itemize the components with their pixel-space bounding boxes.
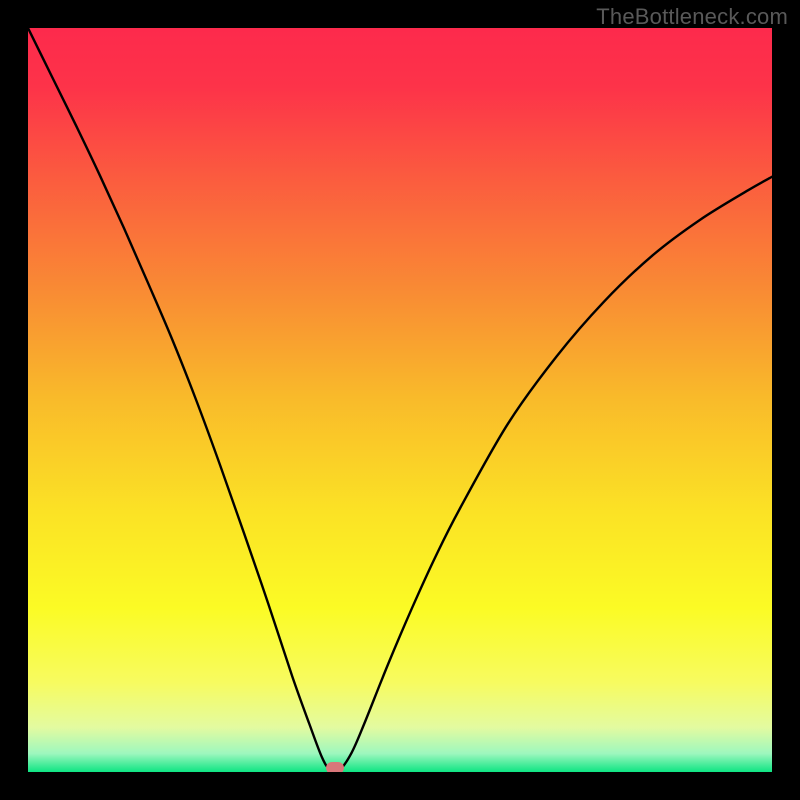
plot-area: [28, 28, 772, 772]
bottleneck-curve: [28, 28, 772, 772]
optimum-marker: [326, 762, 344, 772]
chart-frame: TheBottleneck.com: [0, 0, 800, 800]
watermark-text: TheBottleneck.com: [596, 4, 788, 30]
